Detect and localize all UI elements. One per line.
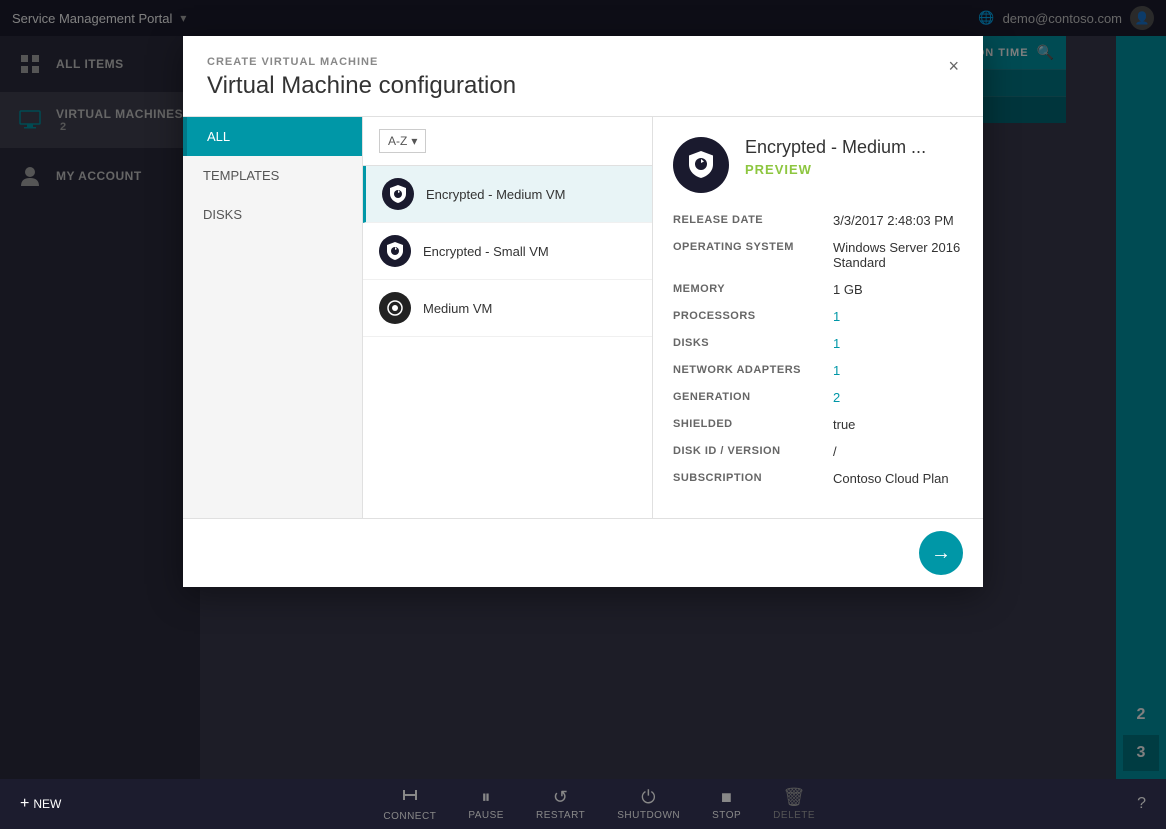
detail-row-os: OPERATING SYSTEM Windows Server 2016 Sta…: [673, 240, 963, 270]
modal-close-button[interactable]: ×: [940, 52, 967, 81]
detail-name: Encrypted - Medium ...: [745, 137, 963, 158]
modal-nav-disks[interactable]: DISKS: [183, 195, 362, 234]
filter-dropdown-arrow: ▾: [411, 134, 417, 148]
detail-label-disk-id: DISK ID / VERSION: [673, 444, 833, 457]
modal-nav: ALL TEMPLATES DISKS: [183, 117, 363, 518]
help-icon: ?: [1137, 795, 1146, 812]
stop-action[interactable]: ■ STOP: [712, 787, 741, 821]
stop-label: STOP: [712, 810, 741, 821]
shutdown-label: SHUTDOWN: [617, 810, 680, 821]
detail-row-processors: PROCESSORS 1: [673, 309, 963, 324]
detail-label-release-date: RELEASE DATE: [673, 213, 833, 226]
detail-header: Encrypted - Medium ... PREVIEW: [673, 137, 963, 193]
detail-shield-icon: [673, 137, 729, 193]
restart-action[interactable]: ↺ RESTART: [536, 787, 585, 821]
detail-label-network-adapters: NETWORK ADAPTERS: [673, 363, 833, 376]
detail-label-generation: GENERATION: [673, 390, 833, 403]
connect-icon: [400, 786, 420, 809]
delete-label: DELETE: [773, 810, 815, 821]
detail-row-disks: DISKS 1: [673, 336, 963, 351]
new-button[interactable]: + NEW: [20, 795, 61, 813]
toolbar-actions: CONNECT ⏸ PAUSE ↺ RESTART ⏻ SHUTDOWN ■ S…: [383, 786, 815, 822]
detail-value-shielded: true: [833, 417, 855, 432]
shutdown-icon: ⏻: [641, 787, 656, 808]
list-filter: A-Z ▾: [363, 117, 652, 166]
detail-table: RELEASE DATE 3/3/2017 2:48:03 PM OPERATI…: [673, 213, 963, 486]
list-item-medium-label: Medium VM: [423, 301, 492, 316]
detail-row-memory: MEMORY 1 GB: [673, 282, 963, 297]
next-arrow-icon: →: [931, 542, 951, 565]
detail-label-subscription: SUBSCRIPTION: [673, 471, 833, 484]
pause-action[interactable]: ⏸ PAUSE: [468, 787, 504, 821]
new-button-label: NEW: [33, 797, 61, 811]
modal-header: CREATE VIRTUAL MACHINE Virtual Machine c…: [183, 36, 983, 116]
modal-body: ALL TEMPLATES DISKS A-Z ▾: [183, 116, 983, 518]
list-item-medium[interactable]: Medium VM: [363, 280, 652, 337]
detail-row-network-adapters: NETWORK ADAPTERS 1: [673, 363, 963, 378]
detail-label-os: OPERATING SYSTEM: [673, 240, 833, 253]
detail-title-block: Encrypted - Medium ... PREVIEW: [745, 137, 963, 177]
restart-label: RESTART: [536, 810, 585, 821]
pause-label: PAUSE: [468, 810, 504, 821]
shield-icon-1: [382, 178, 414, 210]
detail-row-subscription: SUBSCRIPTION Contoso Cloud Plan: [673, 471, 963, 486]
delete-icon: 🗑: [782, 787, 805, 808]
connect-label: CONNECT: [383, 811, 436, 822]
detail-value-release-date: 3/3/2017 2:48:03 PM: [833, 213, 954, 228]
list-item-encrypted-small[interactable]: Encrypted - Small VM: [363, 223, 652, 280]
modal-detail: Encrypted - Medium ... PREVIEW RELEASE D…: [653, 117, 983, 518]
detail-row-generation: GENERATION 2: [673, 390, 963, 405]
list-item-encrypted-medium[interactable]: Encrypted - Medium VM: [363, 166, 652, 223]
pause-icon: ⏸: [481, 787, 491, 808]
detail-badge: PREVIEW: [745, 162, 963, 177]
modal-nav-all[interactable]: ALL: [183, 117, 362, 156]
shutdown-action[interactable]: ⏻ SHUTDOWN: [617, 787, 680, 821]
detail-row-disk-id: DISK ID / VERSION /: [673, 444, 963, 459]
connect-action[interactable]: CONNECT: [383, 786, 436, 822]
bottom-toolbar: + NEW CONNECT ⏸ PAUSE ↺ RESTART ⏻ SHUTDO…: [0, 779, 1166, 829]
shield-icon-2: [379, 235, 411, 267]
detail-value-network-adapters: 1: [833, 363, 840, 378]
detail-row-release-date: RELEASE DATE 3/3/2017 2:48:03 PM: [673, 213, 963, 228]
next-button[interactable]: →: [919, 531, 963, 575]
disk-icon: [379, 292, 411, 324]
modal-nav-templates[interactable]: TEMPLATES: [183, 156, 362, 195]
detail-value-processors: 1: [833, 309, 840, 324]
modal-subtitle: CREATE VIRTUAL MACHINE: [207, 56, 959, 68]
detail-value-subscription: Contoso Cloud Plan: [833, 471, 949, 486]
modal-title: Virtual Machine configuration: [207, 72, 959, 100]
stop-icon: ■: [721, 787, 732, 808]
detail-label-disks: DISKS: [673, 336, 833, 349]
list-item-encrypted-medium-label: Encrypted - Medium VM: [426, 187, 565, 202]
modal-footer: →: [183, 518, 983, 587]
plus-icon: +: [20, 795, 29, 813]
modal-list: A-Z ▾ Encrypted - Medium VM: [363, 117, 653, 518]
detail-label-processors: PROCESSORS: [673, 309, 833, 322]
help-button[interactable]: ?: [1137, 795, 1146, 813]
detail-value-generation: 2: [833, 390, 840, 405]
detail-value-disks: 1: [833, 336, 840, 351]
modal: CREATE VIRTUAL MACHINE Virtual Machine c…: [183, 36, 983, 587]
detail-label-memory: MEMORY: [673, 282, 833, 295]
restart-icon: ↺: [553, 787, 569, 808]
detail-value-os: Windows Server 2016 Standard: [833, 240, 963, 270]
filter-value: A-Z: [388, 134, 407, 148]
list-item-encrypted-small-label: Encrypted - Small VM: [423, 244, 549, 259]
detail-value-disk-id: /: [833, 444, 837, 459]
delete-action: 🗑 DELETE: [773, 787, 815, 821]
filter-select[interactable]: A-Z ▾: [379, 129, 426, 153]
detail-value-memory: 1 GB: [833, 282, 863, 297]
modal-overlay: CREATE VIRTUAL MACHINE Virtual Machine c…: [0, 0, 1166, 779]
detail-row-shielded: SHIELDED true: [673, 417, 963, 432]
detail-label-shielded: SHIELDED: [673, 417, 833, 430]
